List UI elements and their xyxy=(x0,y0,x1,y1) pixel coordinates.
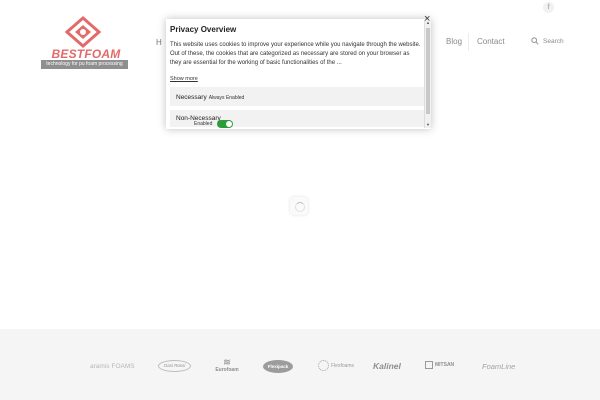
cookie-settings-modal: Privacy Overview This website uses cooki… xyxy=(166,19,431,129)
partner-logo-aramis[interactable]: aramis FOAMS xyxy=(88,363,135,370)
partner-name: MITSAN xyxy=(435,362,455,368)
cookie-modal-description: This website uses cookies to improve you… xyxy=(170,42,421,66)
loading-spinner-icon xyxy=(290,197,308,215)
nav-item-home[interactable]: H xyxy=(156,38,162,47)
close-icon[interactable]: × xyxy=(424,14,430,25)
toggle-status-label: Enabled xyxy=(194,121,213,127)
facebook-icon[interactable]: f xyxy=(543,2,554,13)
nav-item-blog[interactable]: Blog xyxy=(446,37,462,46)
non-necessary-toggle-group: Enabled xyxy=(194,120,234,128)
partner-logo-oasi[interactable]: Oasi Rossi xyxy=(158,360,191,372)
partner-logo-kalinel[interactable]: Kalinel xyxy=(373,361,401,371)
partner-name: Flexfoams xyxy=(331,362,355,369)
partner-name: Eurofoam xyxy=(215,367,239,373)
search-label: Search xyxy=(543,37,564,45)
partner-logo-mitsan[interactable]: MITSAN xyxy=(425,361,454,369)
cookie-category-necessary[interactable]: Necessary Always Enabled xyxy=(170,87,424,106)
partner-name: aramis xyxy=(90,363,110,370)
logo-wordmark: BESTFOAM xyxy=(51,47,121,61)
partner-suffix: FOAMS xyxy=(111,363,135,370)
partner-logo-foamline[interactable]: FoamLine xyxy=(482,362,515,371)
nav-item-contact[interactable]: Contact xyxy=(477,37,505,46)
partner-logo-flexfoams[interactable]: Flexfoams xyxy=(318,360,354,371)
scroll-down-arrow-icon[interactable]: ▼ xyxy=(425,122,431,128)
modal-scrollbar[interactable]: ▲ ▼ xyxy=(424,20,431,128)
partner-logo-eurofoam[interactable]: ≋ Eurofoam xyxy=(214,357,240,374)
site-logo[interactable]: BESTFOAM technology for pu foam processi… xyxy=(41,16,128,69)
search-icon xyxy=(531,37,539,45)
eurofoam-swirl-icon: ≋ xyxy=(223,357,231,367)
mitsan-mark-icon xyxy=(425,361,433,369)
nav-divider xyxy=(468,33,469,51)
partner-logo-flexipack[interactable]: Flexipack xyxy=(263,360,293,373)
logo-tagline: technology for pu foam processing xyxy=(41,60,128,69)
search-button[interactable]: Search xyxy=(531,37,564,45)
partners-strip: aramis FOAMS Oasi Rossi ≋ Eurofoam Flexipa… xyxy=(0,329,600,400)
cookie-category-non-necessary[interactable]: Non-Necessary Enabled xyxy=(170,110,424,128)
cookie-modal-title: Privacy Overview xyxy=(170,25,237,34)
page: BESTFOAM technology for pu foam processi… xyxy=(0,0,600,400)
show-more-link[interactable]: Show more xyxy=(170,76,198,82)
non-necessary-toggle[interactable] xyxy=(217,120,234,128)
logo-mark-icon xyxy=(64,16,102,48)
flexfoams-ring-icon xyxy=(318,360,329,371)
always-enabled-label: Always Enabled xyxy=(208,95,245,101)
scrollbar-thumb[interactable] xyxy=(426,28,430,114)
cookie-category-name: Necessary xyxy=(176,94,207,101)
